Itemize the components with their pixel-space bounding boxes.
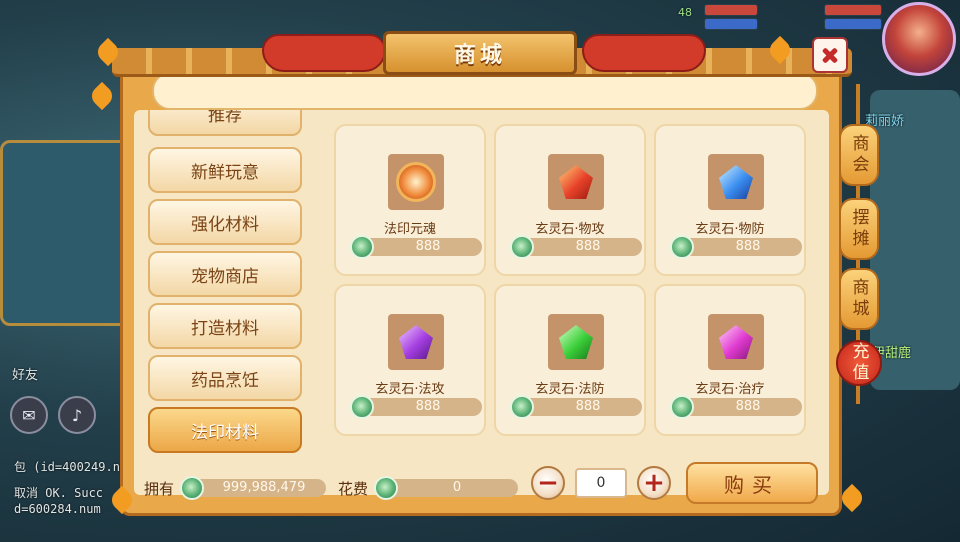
owned-label: 拥有: [144, 480, 175, 498]
category-seal-materials[interactable]: 法印材料: [148, 407, 302, 453]
tab-recharge[interactable]: 充值: [836, 340, 882, 386]
item-name: 玄灵石·法防: [535, 382, 605, 397]
level-text: 48: [678, 6, 692, 19]
tab-label: 摆摊: [848, 208, 869, 250]
friends-label[interactable]: 好友: [12, 364, 38, 383]
category-label: 新鲜玩意: [191, 162, 259, 183]
maple-leaf-icon: [87, 81, 117, 111]
tab-label: 商城: [848, 278, 869, 320]
hud-hp-bar: [704, 4, 758, 16]
chat-line-1: 包 (id=400249.n: [14, 460, 120, 474]
item-name: 玄灵石·治疗: [695, 382, 765, 397]
tab-chamber-of-commerce[interactable]: 商会: [839, 124, 879, 186]
item-icon-frame: [388, 154, 444, 210]
jade-coin-icon: [670, 235, 694, 259]
maple-leaf-icon: [837, 483, 867, 513]
chat-icon[interactable]: ✉: [10, 396, 48, 434]
page-title: 商城: [453, 43, 506, 68]
tab-mall[interactable]: 商城: [839, 268, 879, 330]
item-price: 888: [735, 239, 761, 254]
hud-mp-bar: [704, 18, 758, 30]
category-recommended[interactable]: 推荐: [148, 110, 302, 136]
category-label: 法印材料: [191, 422, 259, 443]
jade-coin-icon: [350, 235, 374, 259]
category-label: 打造材料: [191, 318, 259, 339]
player-portrait-avatar[interactable]: [882, 2, 956, 76]
owned-value: 999,988,479: [222, 480, 306, 495]
shop-item-card[interactable]: 玄灵石·物攻 888: [494, 124, 646, 276]
buy-button[interactable]: 购买: [686, 462, 818, 504]
category-label: 药品烹饪: [191, 370, 259, 391]
item-price: 888: [575, 239, 601, 254]
shop-item-card[interactable]: 玄灵石·物防 888: [654, 124, 806, 276]
item-name: 玄灵石·物防: [695, 222, 765, 237]
chat-line-3: d=600284.num: [14, 502, 101, 516]
header-banner: [152, 72, 818, 110]
item-icon-frame: [388, 314, 444, 370]
category-pet-shop[interactable]: 宠物商店: [148, 251, 302, 297]
chat-line-2: 取消 OK. Succ: [14, 486, 104, 500]
cost-value: 0: [452, 480, 462, 495]
category-potions-cooking[interactable]: 药品烹饪: [148, 355, 302, 401]
item-price: 888: [575, 399, 601, 414]
tab-stall[interactable]: 摆摊: [839, 198, 879, 260]
green-gem-icon: [559, 325, 593, 359]
item-price: 888: [415, 399, 441, 414]
jade-coin-icon: [510, 235, 534, 259]
item-price: 888: [415, 239, 441, 254]
shop-title-plaque: 商城: [383, 31, 577, 75]
category-novelties[interactable]: 新鲜玩意: [148, 147, 302, 193]
item-price: 888: [735, 399, 761, 414]
decrease-quantity-button[interactable]: −: [531, 466, 565, 500]
quantity-input[interactable]: 0: [575, 468, 627, 498]
shop-item-card[interactable]: 玄灵石·法防 888: [494, 284, 646, 436]
item-icon-frame: [708, 154, 764, 210]
magenta-gem-icon: [719, 325, 753, 359]
category-crafting-materials[interactable]: 打造材料: [148, 303, 302, 349]
microphone-icon[interactable]: ♪: [58, 396, 96, 434]
tab-label: 商会: [848, 134, 869, 176]
hud-hp-bar-2: [824, 4, 882, 16]
category-label: 推荐: [208, 110, 242, 126]
item-icon-frame: [548, 154, 604, 210]
shop-item-card[interactable]: 玄灵石·法攻 888: [334, 284, 486, 436]
orange-orb-icon: [396, 162, 436, 202]
category-label: 强化材料: [191, 214, 259, 235]
item-name: 玄灵石·法攻: [375, 382, 445, 397]
red-gem-icon: [559, 165, 593, 199]
increase-quantity-button[interactable]: +: [637, 466, 671, 500]
item-name: 法印元魂: [383, 222, 436, 237]
jade-coin-icon: [180, 476, 204, 500]
jade-coin-icon: [670, 395, 694, 419]
shop-item-card[interactable]: 法印元魂 888: [334, 124, 486, 276]
ribbon-right-decoration: [582, 34, 706, 72]
category-list: 推荐 新鲜玩意 强化材料 宠物商店 打造材料 药品烹饪 法印材料: [148, 110, 304, 456]
ribbon-left-decoration: [262, 34, 386, 72]
blue-gem-icon: [719, 165, 753, 199]
background-scene-left: [0, 140, 136, 326]
jade-coin-icon: [350, 395, 374, 419]
close-button[interactable]: [812, 37, 848, 73]
category-label: 宠物商店: [191, 266, 259, 287]
jade-coin-icon: [510, 395, 534, 419]
shop-item-card[interactable]: 玄灵石·治疗 888: [654, 284, 806, 436]
hud-mp-bar-2: [824, 18, 882, 30]
purple-gem-icon: [399, 325, 433, 359]
tab-label: 充值: [848, 342, 869, 384]
item-icon-frame: [548, 314, 604, 370]
category-enhance-materials[interactable]: 强化材料: [148, 199, 302, 245]
item-icon-frame: [708, 314, 764, 370]
buy-label: 购买: [724, 472, 780, 497]
cost-label: 花费: [338, 480, 369, 498]
jade-coin-icon: [374, 476, 398, 500]
item-name: 玄灵石·物攻: [535, 222, 605, 237]
